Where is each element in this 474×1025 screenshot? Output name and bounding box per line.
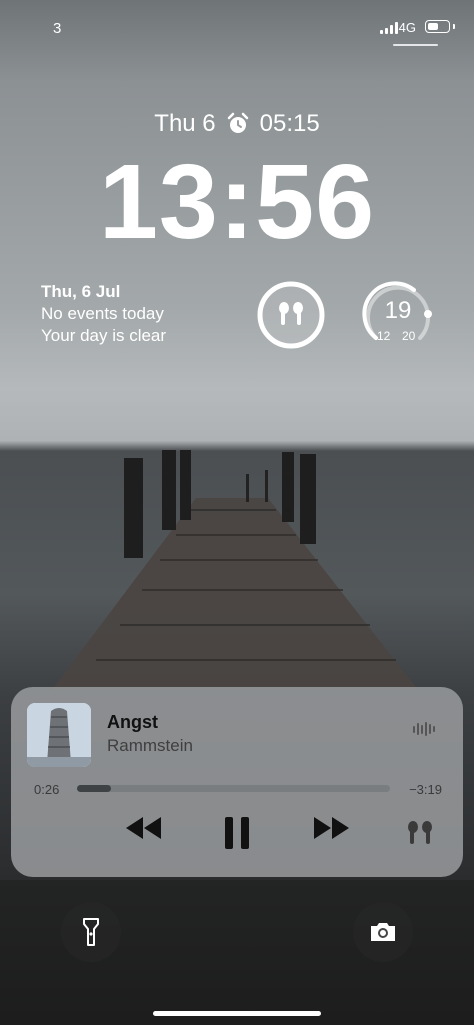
fast-forward-icon[interactable] — [311, 815, 351, 841]
flashlight-button[interactable] — [61, 902, 121, 962]
calendar-line1: No events today — [41, 304, 164, 323]
audio-waveform-icon — [413, 722, 435, 736]
weather-high: 20 — [402, 329, 416, 343]
alarm-time: 05:15 — [259, 110, 320, 137]
song-title: Angst — [107, 712, 158, 732]
progress-scrubber[interactable] — [77, 785, 390, 792]
date-alarm-line: Thu 6 05:15 — [0, 110, 474, 138]
now-playing-widget[interactable]: Angst Rammstein 0:26 −3:19 — [11, 687, 463, 877]
airpods-battery-widget[interactable] — [256, 280, 326, 350]
pause-icon[interactable] — [222, 815, 252, 851]
alarm-clock-icon — [227, 112, 248, 133]
calendar-date: Thu, 6 Jul — [41, 282, 121, 301]
weather-temp: 19 — [384, 297, 412, 324]
calendar-widget[interactable]: Thu, 6 Jul No events today Your day is c… — [41, 281, 166, 347]
elapsed-time: 0:26 — [34, 782, 60, 797]
camera-icon — [371, 923, 395, 941]
carrier-label: 3 — [53, 20, 62, 37]
weather-low: 12 — [377, 329, 391, 343]
airpods-output-icon[interactable] — [405, 820, 435, 850]
remaining-time: −3:19 — [409, 782, 442, 797]
song-artist: Rammstein — [107, 736, 193, 755]
control-center-indicator — [393, 44, 438, 46]
network-type: 4G — [398, 20, 416, 35]
battery-tip — [453, 24, 455, 29]
home-indicator[interactable] — [153, 1011, 321, 1016]
camera-button[interactable] — [353, 902, 413, 962]
flashlight-icon — [83, 918, 99, 946]
date-short: Thu 6 — [154, 110, 216, 137]
album-art[interactable] — [27, 703, 91, 767]
battery-icon — [425, 20, 450, 33]
lock-clock[interactable]: 13:56 — [0, 140, 474, 264]
weather-widget[interactable]: 19 12 20 — [362, 280, 434, 352]
lock-screen: { "status": { "carrier": "3", "network":… — [0, 0, 474, 1025]
signal-icon — [380, 22, 398, 34]
rewind-icon[interactable] — [124, 815, 164, 841]
calendar-line2: Your day is clear — [41, 326, 167, 345]
